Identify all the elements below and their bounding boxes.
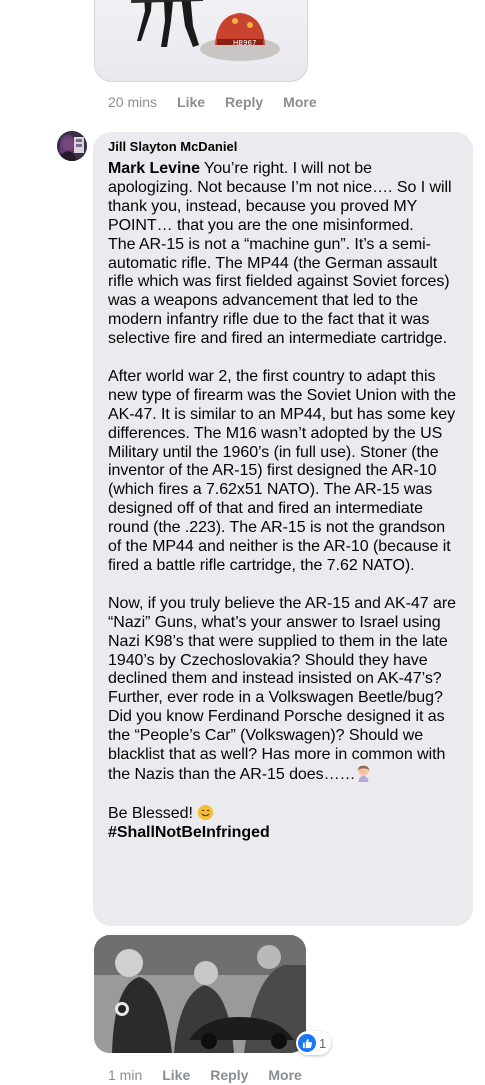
comment-paragraph-2: The AR-15 is not a “machine gun”. It’s a… <box>108 235 450 348</box>
woman-facepalming-emoji <box>358 765 370 782</box>
more-button[interactable]: More <box>283 94 316 110</box>
reaction-count[interactable]: 1 <box>296 1031 332 1055</box>
like-thumb-icon <box>298 1034 316 1052</box>
comment-actions-bottom: 1 min Like Reply More <box>108 1065 322 1085</box>
smiling-face-emoji <box>198 804 214 820</box>
hat-illustration: HB967 <box>200 13 280 61</box>
comment-body: Mark Levine You’re right. I will not be … <box>108 160 460 843</box>
reply-button[interactable]: Reply <box>225 94 263 110</box>
reaction-number: 1 <box>319 1035 327 1051</box>
comment-paragraph-3: After world war 2, the first country to … <box>108 367 456 575</box>
comment-actions-top: 20 mins Like Reply More <box>108 92 337 112</box>
avatar-photo <box>57 131 87 161</box>
reply-image[interactable] <box>94 935 306 1053</box>
comment-timestamp[interactable]: 20 mins <box>108 94 157 110</box>
comment-paragraph-4: Now, if you truly believe the AR-15 and … <box>108 594 456 783</box>
comment-author[interactable]: Jill Slayton McDaniel <box>108 139 237 154</box>
reply-photo <box>94 935 306 1053</box>
comment-paragraph-1: Mark Levine You’re right. I will not be … <box>108 160 452 234</box>
comment-hashtag[interactable]: #ShallNotBeInfringed <box>108 824 460 843</box>
hat-text: HB967 <box>233 39 256 47</box>
comment-paragraph-5: Be Blessed! <box>108 804 460 824</box>
avatar[interactable] <box>57 131 87 161</box>
mention-link[interactable]: Mark Levine <box>108 160 200 177</box>
comment-image-sticker[interactable]: HB967 <box>94 0 308 82</box>
like-button[interactable]: Like <box>177 94 205 110</box>
